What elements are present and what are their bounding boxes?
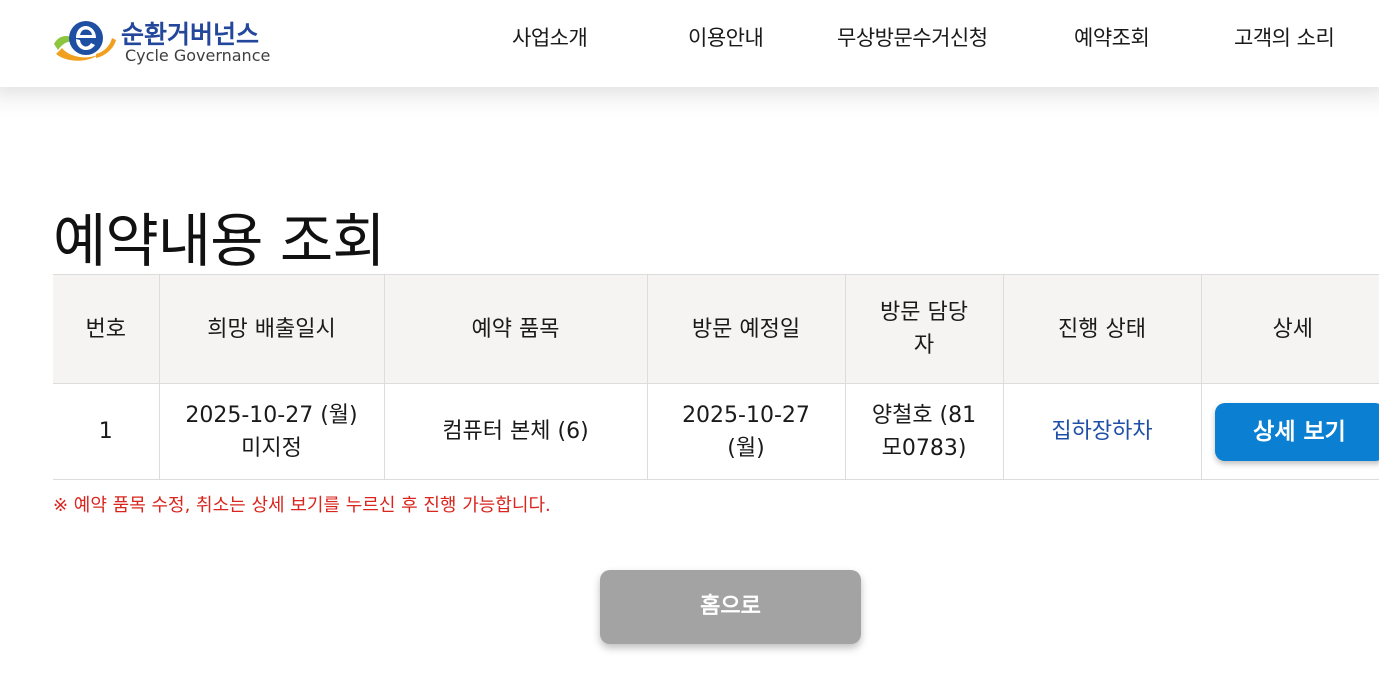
header-shadow <box>0 87 1379 117</box>
header-staff: 방문 담당 자 <box>844 274 1004 384</box>
cell-visit-date: 2025-10-27 (월) <box>646 383 846 480</box>
header-desired-date: 희망 배출일시 <box>158 274 385 384</box>
cell-visit-date-line1: 2025-10-27 <box>682 402 810 428</box>
main-nav: 사업소개 이용안내 무상방문수거신청 예약조회 고객의 소리 <box>0 22 1379 52</box>
header-visit-date: 방문 예정일 <box>646 274 846 384</box>
cell-item: 컴퓨터 본체 (6) <box>383 383 648 480</box>
detail-view-button[interactable]: 상세 보기 <box>1214 402 1379 461</box>
cell-desired-date-line2: 미지정 <box>241 435 302 461</box>
cell-status: 집하장하차 <box>1002 383 1202 480</box>
site-header: 순환거버넌스 Cycle Governance 사업소개 이용안내 무상방문수거… <box>0 0 1379 87</box>
header-item: 예약 품목 <box>383 274 648 384</box>
table-row: 1 2025-10-27 (월) 미지정 컴퓨터 본체 (6) 2025-10-… <box>53 383 1379 480</box>
nav-item-reservation-lookup[interactable]: 예약조회 <box>1074 22 1150 52</box>
cell-visit-date-line2: (월) <box>727 435 765 461</box>
header-staff-line2: 자 <box>913 333 935 358</box>
table-header-row: 번호 희망 배출일시 예약 품목 방문 예정일 방문 담당 자 진행 상태 상세 <box>53 274 1379 384</box>
status-link[interactable]: 집하장하차 <box>1051 419 1152 444</box>
page-title: 예약내용 조회 <box>53 206 386 275</box>
cell-desired-date-line1: 2025-10-27 (월) <box>185 402 358 428</box>
nav-item-free-pickup[interactable]: 무상방문수거신청 <box>837 22 988 52</box>
nav-item-customer-voice[interactable]: 고객의 소리 <box>1234 22 1335 52</box>
header-no: 번호 <box>53 274 160 384</box>
cell-staff-line1: 양철호 (81 <box>871 402 977 428</box>
header-detail: 상세 <box>1200 274 1379 384</box>
cell-staff-line2: 모0783) <box>881 435 967 461</box>
cell-detail: 상세 보기 <box>1200 383 1379 480</box>
nav-item-business[interactable]: 사업소개 <box>512 22 588 52</box>
header-status: 진행 상태 <box>1002 274 1202 384</box>
cell-desired-date: 2025-10-27 (월) 미지정 <box>158 383 385 480</box>
cell-staff: 양철호 (81 모0783) <box>844 383 1004 480</box>
reservation-table: 번호 희망 배출일시 예약 품목 방문 예정일 방문 담당 자 진행 상태 상세… <box>53 274 1379 480</box>
cell-no: 1 <box>53 383 160 480</box>
edit-cancel-notice: ※ 예약 품목 수정, 취소는 상세 보기를 누르신 후 진행 가능합니다. <box>53 495 551 516</box>
header-staff-line1: 방문 담당 <box>880 300 968 325</box>
home-button[interactable]: 홈으로 <box>600 570 861 644</box>
nav-item-guide[interactable]: 이용안내 <box>688 22 764 52</box>
